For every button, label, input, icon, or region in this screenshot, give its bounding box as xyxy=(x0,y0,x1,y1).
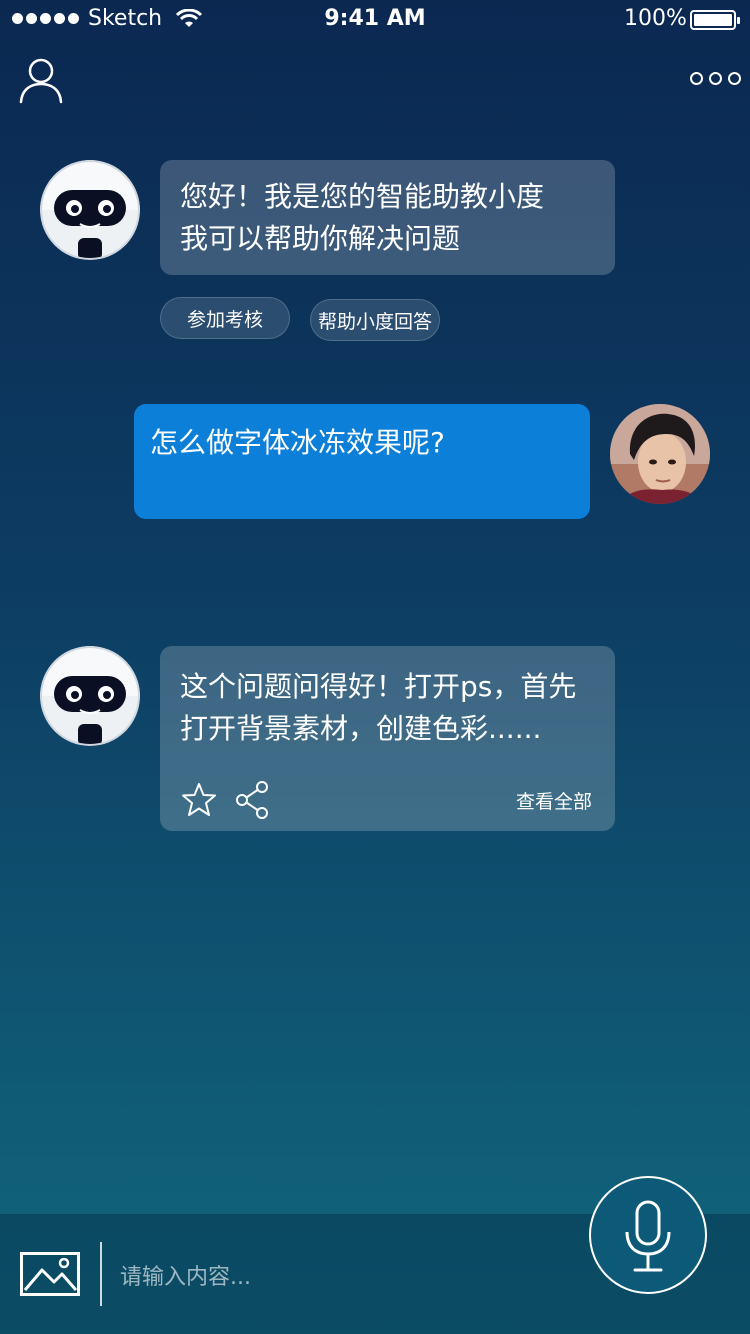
image-icon[interactable] xyxy=(20,1252,80,1296)
user-message-bubble: 怎么做字体冰冻效果呢? xyxy=(134,404,590,519)
user-photo xyxy=(610,404,710,504)
user-icon[interactable] xyxy=(18,56,64,104)
robot-icon xyxy=(40,646,140,746)
quick-reply-join-assessment[interactable]: 参加考核 xyxy=(160,297,290,339)
bot-message-bubble: 您好！我是您的智能助教小度 我可以帮助你解决问题 xyxy=(160,160,615,275)
battery-icon xyxy=(690,10,740,30)
message-input[interactable] xyxy=(118,1256,572,1298)
input-divider xyxy=(100,1242,102,1306)
view-all-link[interactable]: 查看全部 xyxy=(516,787,592,814)
microphone-button[interactable] xyxy=(589,1176,707,1294)
bot-avatar xyxy=(40,646,140,746)
bot-message-text: 您好！我是您的智能助教小度 我可以帮助你解决问题 xyxy=(180,180,545,255)
user-avatar xyxy=(610,404,710,504)
quick-reply-help-answer[interactable]: 帮助小度回答 xyxy=(310,299,440,341)
microphone-icon xyxy=(625,1200,671,1272)
more-icon[interactable] xyxy=(690,72,741,85)
bot-avatar xyxy=(40,160,140,260)
star-icon[interactable] xyxy=(180,782,218,818)
share-icon[interactable] xyxy=(234,780,270,820)
user-message-text: 怎么做字体冰冻效果呢? xyxy=(150,426,445,459)
bot-answer-text: 这个问题问得好！打开ps，首先 打开背景素材，创建色彩...... xyxy=(180,670,577,745)
status-bar: Sketch 9:41 AM 100% xyxy=(0,0,750,40)
robot-icon xyxy=(40,160,140,260)
battery-percent: 100% xyxy=(624,6,687,31)
